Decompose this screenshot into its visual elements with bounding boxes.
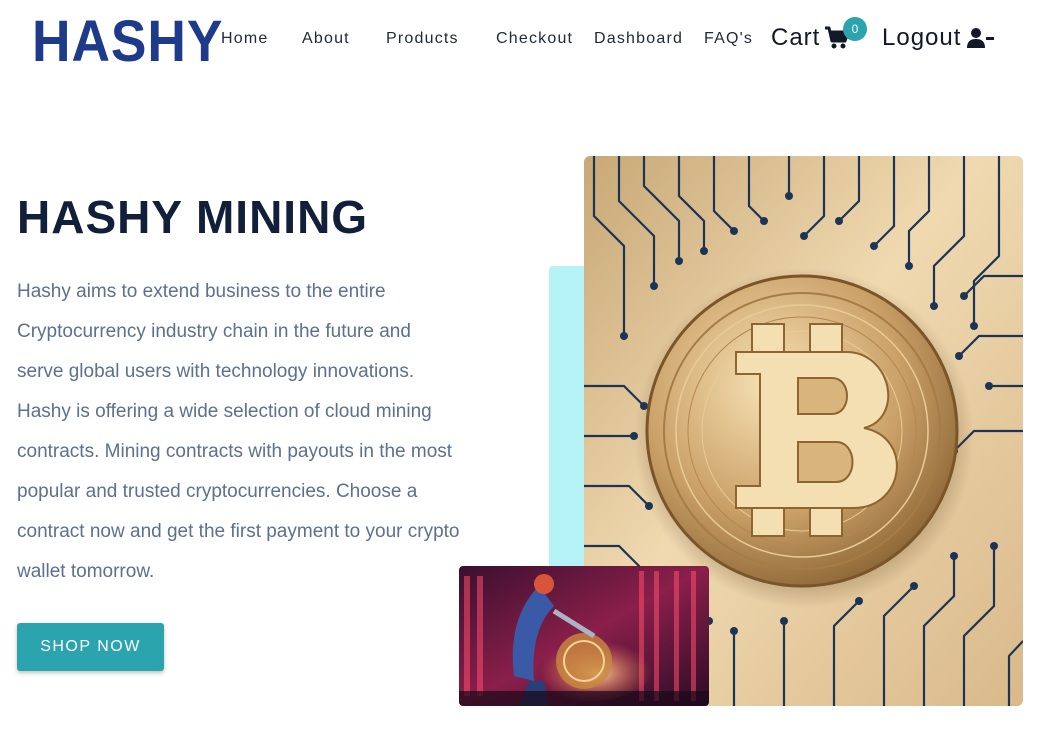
- nav-link-checkout[interactable]: Checkout: [496, 30, 573, 48]
- navbar: HASHY Home About Products Checkout Dashb…: [0, 0, 1037, 80]
- nav-link-faq[interactable]: FAQ's: [704, 30, 753, 48]
- nav-link-home[interactable]: Home: [221, 30, 268, 48]
- cart-count-badge: 0: [843, 17, 867, 41]
- hero-description: Hashy aims to extend business to the ent…: [17, 281, 460, 582]
- nav-link-dashboard[interactable]: Dashboard: [594, 30, 683, 48]
- crypto-miner-image: [459, 566, 709, 706]
- brand-logo[interactable]: HASHY: [32, 12, 223, 72]
- user-minus-icon: [967, 28, 995, 48]
- logout-button[interactable]: Logout: [882, 24, 995, 52]
- logout-label: Logout: [882, 24, 962, 51]
- nav-link-about[interactable]: About: [302, 30, 350, 48]
- nav-link-products[interactable]: Products: [386, 30, 459, 48]
- hero-title: HASHY MINING: [17, 191, 369, 243]
- cart-button[interactable]: Cart: [771, 24, 850, 52]
- shop-now-button[interactable]: SHOP NOW: [17, 623, 164, 671]
- cart-label: Cart: [771, 24, 821, 51]
